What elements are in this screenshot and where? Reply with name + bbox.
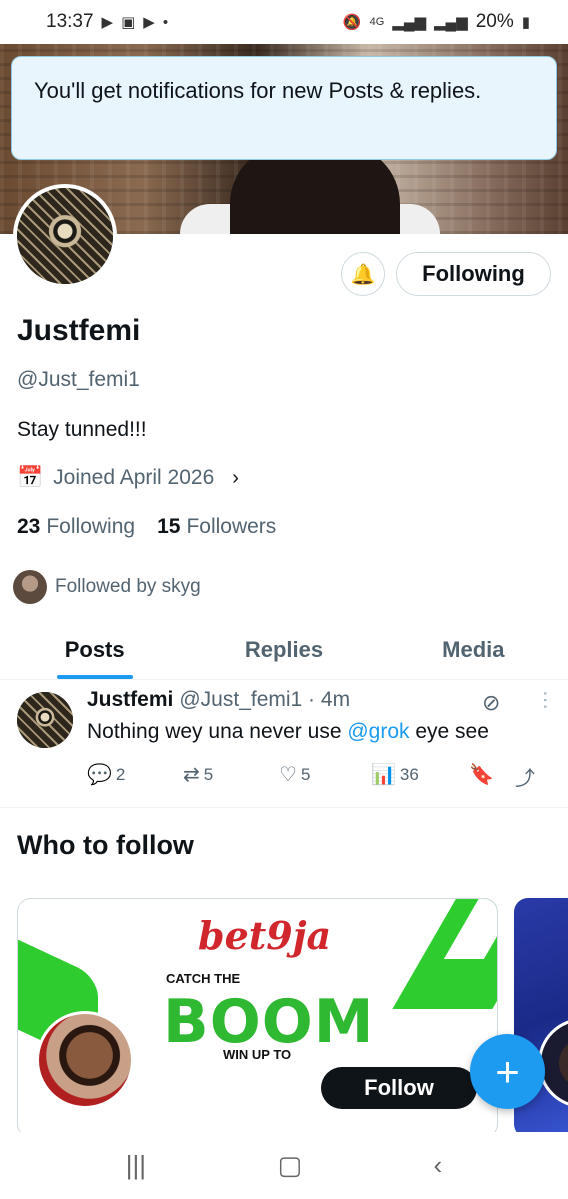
network-type: 4G xyxy=(369,16,385,28)
followed-by-text: Followed by skyg xyxy=(55,576,201,597)
signal-icon: ▂▄▆ xyxy=(392,14,426,31)
repost-icon: ⇄ xyxy=(183,764,200,786)
notification-bell-button[interactable]: 🔔 xyxy=(341,252,385,296)
chevron-right-icon: › xyxy=(232,466,239,489)
mention-link[interactable]: @grok xyxy=(347,720,409,743)
media-icon: ▶ xyxy=(143,14,155,31)
follow-counts: 23 Following 15 Followers xyxy=(17,515,276,539)
followers-label: Followers xyxy=(186,515,277,538)
status-bar: 13:37 ▶ ▣ ▶ • 🔕 4G ▂▄▆ ▂▄▆ 20% ▮ xyxy=(0,0,568,44)
who-to-follow-title: Who to follow xyxy=(17,830,194,860)
bookmark-button[interactable]: 🔖 xyxy=(469,762,494,787)
status-left: 13:37 ▶ ▣ ▶ • xyxy=(46,11,168,33)
system-nav-bar: ||| ▢ ‹ xyxy=(0,1132,568,1199)
calendar-icon: 📅 xyxy=(17,466,44,489)
notification-toast: You'll get notifications for new Posts &… xyxy=(11,56,557,160)
following-count: 23 xyxy=(17,515,41,538)
home-button[interactable]: ▢ xyxy=(277,1150,302,1181)
share-button[interactable]: ⤴ xyxy=(515,762,535,791)
mutual-avatar xyxy=(13,570,47,604)
reply-icon: 💬 xyxy=(87,764,112,786)
joined-date[interactable]: 📅 Joined April 2026 › xyxy=(17,466,239,490)
post-actions: 💬 2 ⇄ 5 ♡ 5 📊 36 🔖 ⤴ xyxy=(87,762,547,792)
status-right: 🔕 4G ▂▄▆ ▂▄▆ 20% ▮ xyxy=(343,11,530,33)
media-icon: ▶ xyxy=(101,14,114,31)
mute-icon: 🔕 xyxy=(342,14,362,31)
bookmark-icon: 🔖 xyxy=(469,764,494,786)
post-text: Nothing wey una never use @grok eye see xyxy=(87,720,489,744)
brand-logo: bet9ja xyxy=(198,913,332,958)
like-button[interactable]: ♡ 5 xyxy=(279,762,310,787)
display-name: Justfemi xyxy=(17,314,141,347)
recent-apps-button[interactable]: ||| xyxy=(126,1150,146,1181)
avatar-image xyxy=(17,692,73,748)
tagline-top: CATCH THE xyxy=(166,971,241,986)
joined-label: Joined April 2026 xyxy=(53,466,215,489)
views-button[interactable]: 📊 36 xyxy=(371,762,419,787)
back-button[interactable]: ‹ xyxy=(434,1150,443,1181)
following-button[interactable]: Following xyxy=(396,252,551,296)
repost-count: 5 xyxy=(203,764,214,784)
views-icon: 📊 xyxy=(371,764,396,786)
profile-tabs: Posts Replies Media xyxy=(0,620,568,680)
follow-button[interactable]: Follow xyxy=(321,1067,477,1109)
post-author-name[interactable]: Justfemi xyxy=(87,688,173,712)
battery-level: 20% xyxy=(475,11,514,32)
reply-count: 2 xyxy=(115,764,126,784)
compose-button[interactable]: + xyxy=(470,1034,545,1109)
suggestion-avatar[interactable] xyxy=(36,1011,134,1109)
bell-icon: 🔔 xyxy=(350,263,376,286)
tab-replies[interactable]: Replies xyxy=(189,620,378,679)
following-label: Following xyxy=(46,515,136,538)
followed-by[interactable]: Followed by skyg xyxy=(13,570,201,604)
battery-icon: ▮ xyxy=(521,14,530,31)
share-icon: ⤴ xyxy=(515,768,535,790)
plus-icon: + xyxy=(495,1047,520,1095)
clock: 13:37 xyxy=(46,11,94,32)
post-item[interactable]: Justfemi @Just_femi1 · 4m ⊘ ⋯ Nothing we… xyxy=(0,680,568,808)
notification-dot-icon: • xyxy=(162,13,169,31)
followers-count-link[interactable]: 15 Followers xyxy=(157,515,276,539)
view-count: 36 xyxy=(399,764,419,784)
repost-button[interactable]: ⇄ 5 xyxy=(183,762,213,787)
avatar-image xyxy=(17,188,113,284)
heart-icon: ♡ xyxy=(279,764,297,786)
user-bio: Stay tunned!!! xyxy=(17,418,147,441)
post-header: Justfemi @Just_femi1 · 4m xyxy=(87,688,350,712)
post-text-end: eye see xyxy=(409,720,489,743)
tab-media[interactable]: Media xyxy=(379,620,568,679)
post-text-start: Nothing wey una never use xyxy=(87,720,348,743)
toast-message: You'll get notifications for new Posts &… xyxy=(34,78,482,103)
more-options-icon[interactable]: ⋯ xyxy=(533,690,557,710)
image-icon: ▣ xyxy=(121,14,136,31)
user-handle: @Just_femi1 xyxy=(17,368,140,391)
following-count-link[interactable]: 23 Following xyxy=(17,515,135,539)
grok-icon[interactable]: ⊘ xyxy=(482,690,500,716)
post-avatar[interactable] xyxy=(17,692,73,748)
tab-posts[interactable]: Posts xyxy=(0,620,189,679)
tagline-bottom: WIN UP TO xyxy=(223,1047,292,1062)
signal-icon: ▂▄▆ xyxy=(434,14,468,31)
reply-button[interactable]: 💬 2 xyxy=(87,762,125,787)
post-meta: @Just_femi1 · 4m xyxy=(179,688,351,711)
like-count: 5 xyxy=(300,764,311,784)
followers-count: 15 xyxy=(157,515,181,538)
profile-avatar[interactable] xyxy=(13,184,117,288)
